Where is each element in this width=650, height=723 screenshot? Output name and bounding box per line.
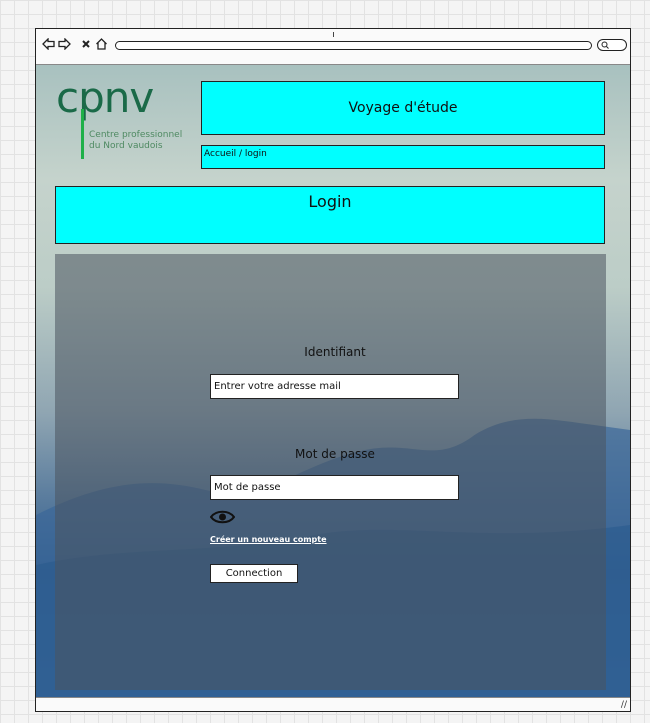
logo-bar: [81, 109, 84, 159]
close-icon[interactable]: [81, 38, 91, 53]
page-title: Login: [55, 186, 605, 244]
back-arrow-icon[interactable]: [42, 37, 55, 53]
password-field[interactable]: [210, 475, 459, 500]
url-bar[interactable]: [115, 41, 592, 50]
toolbar-tick: [333, 32, 334, 37]
search-icon: [601, 41, 609, 51]
email-field[interactable]: [210, 374, 459, 399]
forward-arrow-icon[interactable]: [58, 37, 71, 53]
site-title: Voyage d'étude: [201, 81, 605, 135]
logo-line-1: Centre professionnel: [89, 130, 183, 140]
status-bar: ∕∕: [36, 697, 630, 711]
logo-line-2: du Nord vaudois: [89, 141, 163, 151]
connection-button[interactable]: Connection: [210, 564, 298, 583]
resize-grip-icon[interactable]: ∕∕: [621, 700, 627, 710]
home-icon[interactable]: [95, 38, 108, 53]
login-panel: Identifiant Mot de passe Créer un nouvea…: [55, 254, 606, 690]
eye-icon[interactable]: [209, 509, 236, 525]
identifier-label: Identifiant: [304, 345, 366, 359]
search-pill[interactable]: [597, 39, 627, 51]
browser-toolbar: [36, 29, 630, 65]
browser-window: cpnv Centre professionnel du Nord vaudoi…: [35, 28, 631, 712]
cpnv-logo[interactable]: cpnv Centre professionnel du Nord vaudoi…: [56, 77, 186, 162]
create-account-link[interactable]: Créer un nouveau compte: [210, 535, 327, 544]
page-viewport: cpnv Centre professionnel du Nord vaudoi…: [36, 65, 630, 699]
breadcrumb[interactable]: Accueil / login: [201, 145, 605, 169]
password-label: Mot de passe: [295, 447, 375, 461]
logo-wordmark: cpnv: [56, 73, 154, 122]
